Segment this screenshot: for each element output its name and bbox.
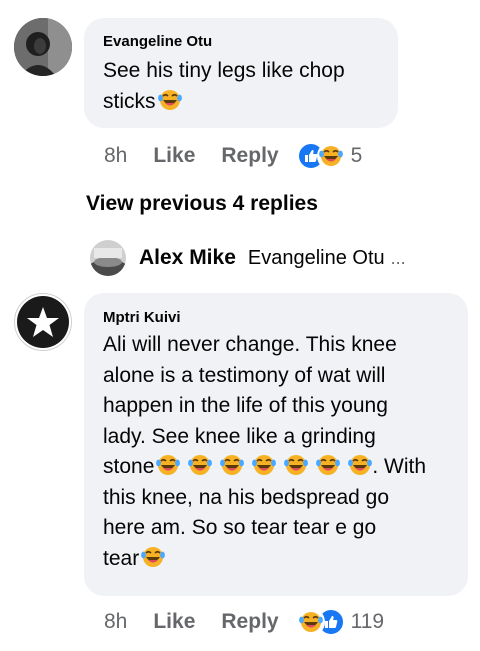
laughing-tears-emoji [220,454,244,476]
comment-text: See his tiny legs like chop sticks [103,59,345,113]
reactions[interactable]: 119 [296,608,385,636]
laughing-tears-emoji [141,546,165,568]
star-avatar-icon [17,296,69,348]
comment-actions: 8h Like Reply 5 [104,141,362,171]
avatar[interactable] [90,240,126,276]
laughing-tears-emoji [188,454,212,476]
haha-reaction-icon [316,142,345,170]
laughing-tears-emoji [284,454,308,476]
comment-actions: 8h Like Reply 119 [104,607,384,637]
comment-author[interactable]: Evangeline Otu [103,33,212,50]
reaction-count: 119 [350,610,385,633]
profile-photo [90,240,126,276]
like-button[interactable]: Like [153,144,195,168]
view-previous-replies[interactable]: View previous 4 replies [86,192,318,216]
reply-ellipsis: ... [390,247,406,268]
laughing-tears-emoji [158,89,182,111]
avatar[interactable] [14,18,72,76]
comment-author[interactable]: Mptri Kuivi [103,309,181,326]
avatar[interactable] [14,293,72,351]
timestamp[interactable]: 8h [104,144,127,168]
laughing-tears-emoji [348,454,372,476]
comment-bubble: Evangeline Otu See his tiny legs like ch… [84,18,398,128]
reactions[interactable]: 5 [296,142,363,170]
laughing-tears-emoji [252,454,276,476]
comment-text: Ali will never change. This knee alone i… [103,333,427,570]
laughing-tears-emoji [316,454,340,476]
laughing-tears-emoji [156,454,180,476]
reply-snippet: Evangeline Otu [247,246,385,269]
reply-author[interactable]: Alex Mike [139,246,236,270]
reply-button[interactable]: Reply [221,144,278,168]
reply-button[interactable]: Reply [221,610,278,634]
comment-bubble: Mptri Kuivi Ali will never change. This … [84,293,468,596]
like-button[interactable]: Like [153,610,195,634]
timestamp[interactable]: 8h [104,610,127,634]
haha-reaction-icon [296,608,325,636]
reaction-count: 5 [350,144,363,167]
profile-photo [14,18,72,76]
reply-preview[interactable]: Alex Mike Evangeline Otu ... [90,240,406,276]
